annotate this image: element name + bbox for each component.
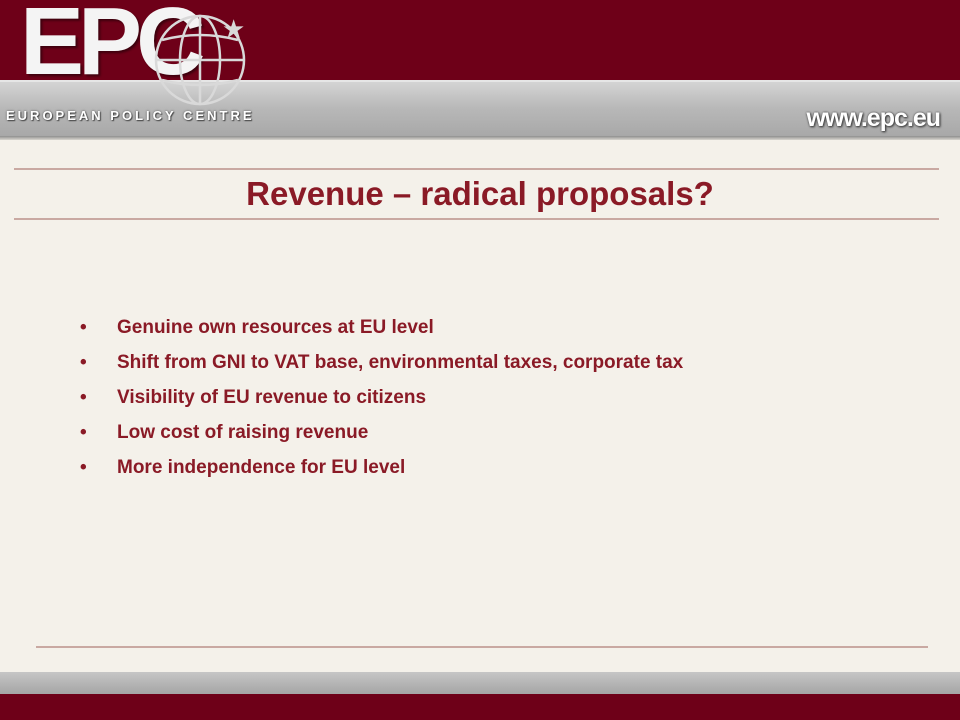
- bullet-marker: •: [80, 317, 87, 338]
- star-icon: ★: [222, 14, 246, 44]
- footer-rule: [36, 646, 928, 648]
- bullet-marker: •: [80, 457, 87, 478]
- list-item: • Shift from GNI to VAT base, environmen…: [80, 347, 683, 382]
- bullet-marker: •: [80, 387, 87, 408]
- footer-silver-band: [0, 672, 960, 694]
- slide-title: Revenue – radical proposals?: [246, 175, 714, 212]
- footer-banner: [0, 694, 960, 720]
- bullet-text: More independence for EU level: [117, 457, 406, 478]
- bullet-text: Visibility of EU revenue to citizens: [117, 387, 427, 408]
- bullet-text: Genuine own resources at EU level: [117, 317, 434, 338]
- list-item: • Low cost of raising revenue: [80, 417, 683, 452]
- bullet-marker: •: [80, 422, 87, 443]
- list-item: • Genuine own resources at EU level: [80, 312, 683, 347]
- title-bottom-rule: [14, 218, 939, 220]
- list-item: • More independence for EU level: [80, 452, 683, 487]
- list-item: • Visibility of EU revenue to citizens: [80, 382, 683, 417]
- bullet-list: • Genuine own resources at EU level • Sh…: [80, 312, 683, 487]
- bullet-text: Shift from GNI to VAT base, environmenta…: [117, 352, 684, 373]
- header-band-shadow: [0, 136, 960, 140]
- logo-tagline: EUROPEAN POLICY CENTRE: [6, 108, 255, 123]
- bullet-marker: •: [80, 352, 87, 373]
- bullet-text: Low cost of raising revenue: [117, 422, 369, 443]
- website-url: www.epc.eu: [806, 104, 941, 132]
- title-top-rule: [14, 168, 939, 170]
- header-banner: EPC ★ EUROPEAN POLICY CENTRE www.epc.eu: [0, 0, 960, 140]
